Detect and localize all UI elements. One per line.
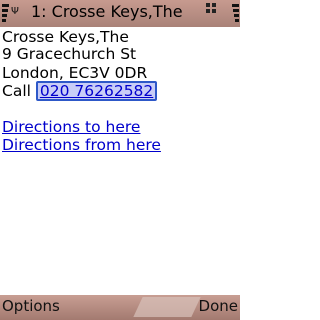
status-bar: Ψ 1: Crosse Keys,The	[0, 0, 240, 27]
call-label: Call	[2, 82, 31, 100]
softkey-decoration	[133, 297, 201, 317]
place-details: Crosse Keys,The 9 Gracechurch St London,…	[0, 27, 240, 295]
grid-icon	[206, 3, 217, 14]
battery-icon	[231, 2, 239, 25]
softkey-bar: Options Done	[0, 295, 240, 320]
place-name: Crosse Keys,The	[2, 28, 129, 46]
done-softkey[interactable]: Done	[199, 297, 238, 315]
window-title: 1: Crosse Keys,The	[31, 2, 183, 21]
phone-number-link[interactable]: 020 76262582	[35, 81, 158, 101]
signal-strength-icon	[2, 2, 9, 25]
street-address: 9 Gracechurch St	[2, 45, 137, 63]
city-postcode: London, EC3V 0DR	[2, 64, 148, 82]
call-row: Call 020 76262582	[2, 81, 158, 101]
options-softkey[interactable]: Options	[2, 297, 60, 315]
network-indicator-icon: Ψ	[11, 6, 19, 17]
directions-to-link[interactable]: Directions to here	[2, 118, 140, 136]
directions-from-link[interactable]: Directions from here	[2, 136, 161, 154]
